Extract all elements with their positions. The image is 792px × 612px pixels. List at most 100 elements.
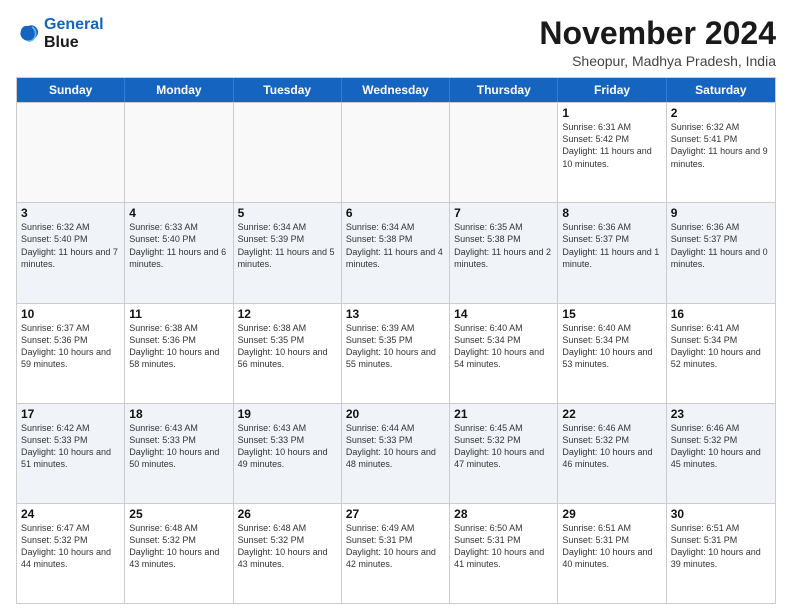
calendar-cell: 10Sunrise: 6:37 AM Sunset: 5:36 PM Dayli…: [17, 304, 125, 403]
calendar-body: 1Sunrise: 6:31 AM Sunset: 5:42 PM Daylig…: [17, 102, 775, 603]
day-number: 16: [671, 307, 771, 321]
calendar-cell: 11Sunrise: 6:38 AM Sunset: 5:36 PM Dayli…: [125, 304, 233, 403]
calendar-cell: 14Sunrise: 6:40 AM Sunset: 5:34 PM Dayli…: [450, 304, 558, 403]
calendar-cell: 27Sunrise: 6:49 AM Sunset: 5:31 PM Dayli…: [342, 504, 450, 603]
day-number: 22: [562, 407, 661, 421]
day-number: 28: [454, 507, 553, 521]
day-number: 4: [129, 206, 228, 220]
cell-details: Sunrise: 6:42 AM Sunset: 5:33 PM Dayligh…: [21, 422, 120, 471]
day-number: 9: [671, 206, 771, 220]
cell-details: Sunrise: 6:48 AM Sunset: 5:32 PM Dayligh…: [129, 522, 228, 571]
calendar-cell: 15Sunrise: 6:40 AM Sunset: 5:34 PM Dayli…: [558, 304, 666, 403]
logo: General Blue: [16, 16, 104, 51]
day-number: 27: [346, 507, 445, 521]
calendar-cell: 29Sunrise: 6:51 AM Sunset: 5:31 PM Dayli…: [558, 504, 666, 603]
cell-details: Sunrise: 6:35 AM Sunset: 5:38 PM Dayligh…: [454, 221, 553, 270]
cell-details: Sunrise: 6:34 AM Sunset: 5:38 PM Dayligh…: [346, 221, 445, 270]
calendar-cell: 3Sunrise: 6:32 AM Sunset: 5:40 PM Daylig…: [17, 203, 125, 302]
day-number: 5: [238, 206, 337, 220]
cell-details: Sunrise: 6:38 AM Sunset: 5:35 PM Dayligh…: [238, 322, 337, 371]
calendar-cell: 18Sunrise: 6:43 AM Sunset: 5:33 PM Dayli…: [125, 404, 233, 503]
calendar-row: 10Sunrise: 6:37 AM Sunset: 5:36 PM Dayli…: [17, 303, 775, 403]
cell-details: Sunrise: 6:36 AM Sunset: 5:37 PM Dayligh…: [562, 221, 661, 270]
day-number: 2: [671, 106, 771, 120]
cell-details: Sunrise: 6:34 AM Sunset: 5:39 PM Dayligh…: [238, 221, 337, 270]
cell-details: Sunrise: 6:38 AM Sunset: 5:36 PM Dayligh…: [129, 322, 228, 371]
calendar-cell: 13Sunrise: 6:39 AM Sunset: 5:35 PM Dayli…: [342, 304, 450, 403]
calendar-row: 1Sunrise: 6:31 AM Sunset: 5:42 PM Daylig…: [17, 102, 775, 202]
calendar-cell: 20Sunrise: 6:44 AM Sunset: 5:33 PM Dayli…: [342, 404, 450, 503]
weekday-header: Monday: [125, 78, 233, 102]
cell-details: Sunrise: 6:40 AM Sunset: 5:34 PM Dayligh…: [562, 322, 661, 371]
logo-icon: [16, 22, 40, 46]
day-number: 7: [454, 206, 553, 220]
weekday-header: Wednesday: [342, 78, 450, 102]
day-number: 15: [562, 307, 661, 321]
cell-details: Sunrise: 6:50 AM Sunset: 5:31 PM Dayligh…: [454, 522, 553, 571]
calendar-cell: 28Sunrise: 6:50 AM Sunset: 5:31 PM Dayli…: [450, 504, 558, 603]
weekday-header: Thursday: [450, 78, 558, 102]
day-number: 20: [346, 407, 445, 421]
calendar-row: 3Sunrise: 6:32 AM Sunset: 5:40 PM Daylig…: [17, 202, 775, 302]
cell-details: Sunrise: 6:43 AM Sunset: 5:33 PM Dayligh…: [238, 422, 337, 471]
calendar-cell: [125, 103, 233, 202]
calendar-cell: 26Sunrise: 6:48 AM Sunset: 5:32 PM Dayli…: [234, 504, 342, 603]
cell-details: Sunrise: 6:37 AM Sunset: 5:36 PM Dayligh…: [21, 322, 120, 371]
weekday-header: Tuesday: [234, 78, 342, 102]
day-number: 19: [238, 407, 337, 421]
calendar-cell: [450, 103, 558, 202]
day-number: 12: [238, 307, 337, 321]
day-number: 26: [238, 507, 337, 521]
header: General Blue November 2024 Sheopur, Madh…: [16, 16, 776, 69]
cell-details: Sunrise: 6:40 AM Sunset: 5:34 PM Dayligh…: [454, 322, 553, 371]
cell-details: Sunrise: 6:47 AM Sunset: 5:32 PM Dayligh…: [21, 522, 120, 571]
calendar-cell: [17, 103, 125, 202]
calendar-cell: 12Sunrise: 6:38 AM Sunset: 5:35 PM Dayli…: [234, 304, 342, 403]
calendar-cell: 1Sunrise: 6:31 AM Sunset: 5:42 PM Daylig…: [558, 103, 666, 202]
calendar-cell: 4Sunrise: 6:33 AM Sunset: 5:40 PM Daylig…: [125, 203, 233, 302]
cell-details: Sunrise: 6:51 AM Sunset: 5:31 PM Dayligh…: [671, 522, 771, 571]
cell-details: Sunrise: 6:45 AM Sunset: 5:32 PM Dayligh…: [454, 422, 553, 471]
calendar-cell: 24Sunrise: 6:47 AM Sunset: 5:32 PM Dayli…: [17, 504, 125, 603]
cell-details: Sunrise: 6:36 AM Sunset: 5:37 PM Dayligh…: [671, 221, 771, 270]
calendar-cell: 22Sunrise: 6:46 AM Sunset: 5:32 PM Dayli…: [558, 404, 666, 503]
calendar-cell: 25Sunrise: 6:48 AM Sunset: 5:32 PM Dayli…: [125, 504, 233, 603]
cell-details: Sunrise: 6:46 AM Sunset: 5:32 PM Dayligh…: [671, 422, 771, 471]
calendar-header: SundayMondayTuesdayWednesdayThursdayFrid…: [17, 78, 775, 102]
weekday-header: Sunday: [17, 78, 125, 102]
day-number: 29: [562, 507, 661, 521]
title-block: November 2024 Sheopur, Madhya Pradesh, I…: [539, 16, 776, 69]
calendar-cell: 17Sunrise: 6:42 AM Sunset: 5:33 PM Dayli…: [17, 404, 125, 503]
cell-details: Sunrise: 6:49 AM Sunset: 5:31 PM Dayligh…: [346, 522, 445, 571]
calendar-cell: [342, 103, 450, 202]
calendar-cell: 23Sunrise: 6:46 AM Sunset: 5:32 PM Dayli…: [667, 404, 775, 503]
day-number: 17: [21, 407, 120, 421]
calendar-cell: 19Sunrise: 6:43 AM Sunset: 5:33 PM Dayli…: [234, 404, 342, 503]
weekday-header: Friday: [558, 78, 666, 102]
logo-text: General Blue: [44, 16, 104, 51]
day-number: 1: [562, 106, 661, 120]
calendar-cell: 16Sunrise: 6:41 AM Sunset: 5:34 PM Dayli…: [667, 304, 775, 403]
cell-details: Sunrise: 6:43 AM Sunset: 5:33 PM Dayligh…: [129, 422, 228, 471]
cell-details: Sunrise: 6:41 AM Sunset: 5:34 PM Dayligh…: [671, 322, 771, 371]
day-number: 13: [346, 307, 445, 321]
calendar-row: 17Sunrise: 6:42 AM Sunset: 5:33 PM Dayli…: [17, 403, 775, 503]
calendar-row: 24Sunrise: 6:47 AM Sunset: 5:32 PM Dayli…: [17, 503, 775, 603]
cell-details: Sunrise: 6:33 AM Sunset: 5:40 PM Dayligh…: [129, 221, 228, 270]
cell-details: Sunrise: 6:32 AM Sunset: 5:40 PM Dayligh…: [21, 221, 120, 270]
calendar-cell: 5Sunrise: 6:34 AM Sunset: 5:39 PM Daylig…: [234, 203, 342, 302]
day-number: 23: [671, 407, 771, 421]
calendar-cell: 8Sunrise: 6:36 AM Sunset: 5:37 PM Daylig…: [558, 203, 666, 302]
day-number: 6: [346, 206, 445, 220]
cell-details: Sunrise: 6:39 AM Sunset: 5:35 PM Dayligh…: [346, 322, 445, 371]
cell-details: Sunrise: 6:44 AM Sunset: 5:33 PM Dayligh…: [346, 422, 445, 471]
calendar-cell: 6Sunrise: 6:34 AM Sunset: 5:38 PM Daylig…: [342, 203, 450, 302]
day-number: 8: [562, 206, 661, 220]
cell-details: Sunrise: 6:46 AM Sunset: 5:32 PM Dayligh…: [562, 422, 661, 471]
calendar-cell: 7Sunrise: 6:35 AM Sunset: 5:38 PM Daylig…: [450, 203, 558, 302]
day-number: 21: [454, 407, 553, 421]
cell-details: Sunrise: 6:31 AM Sunset: 5:42 PM Dayligh…: [562, 121, 661, 170]
cell-details: Sunrise: 6:32 AM Sunset: 5:41 PM Dayligh…: [671, 121, 771, 170]
calendar-cell: [234, 103, 342, 202]
calendar-cell: 2Sunrise: 6:32 AM Sunset: 5:41 PM Daylig…: [667, 103, 775, 202]
